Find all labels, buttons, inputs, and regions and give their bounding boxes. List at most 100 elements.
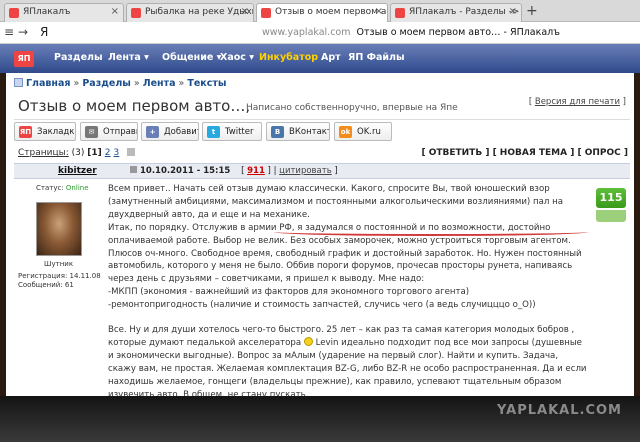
browser-tab-strip: ЯПлакалъ × Рыбалка на реке Удыхын… × Отз… <box>0 0 640 23</box>
tab-label: Рыбалка на реке Удыхын… <box>145 7 253 17</box>
quote-link[interactable]: цитировать <box>279 166 332 176</box>
post-paragraph: -ремонтопригодность (наличие и стоимость… <box>108 300 536 311</box>
share-label: Закладки <box>37 127 76 137</box>
nav-item-chat[interactable]: Общение ▾ <box>162 52 221 63</box>
pagination-row: Страницы: (3) [1] 2 3 [ ОТВЕТИТЬ ] [ НОВАЯ… <box>14 146 630 162</box>
page-link-2[interactable]: 2 <box>105 148 111 158</box>
breadcrumb-sections[interactable]: Разделы <box>82 78 131 89</box>
author-name[interactable]: kibitzer <box>58 166 97 176</box>
rating-vote-button[interactable] <box>596 210 626 222</box>
avatar[interactable] <box>36 202 82 256</box>
nav-item-sections[interactable]: Разделы <box>54 52 103 63</box>
post-rating-badge[interactable]: 115 <box>596 188 626 208</box>
tab-label: Отзыв о моем первом а… <box>275 7 388 17</box>
breadcrumb-sep: » <box>178 78 185 89</box>
topic-subtitle: Написано собственноручно, впервые на Япе <box>246 103 458 113</box>
author-stats: Регистрация: 14.11.08 Сообщений: 61 <box>18 272 101 290</box>
odnoklassniki-button[interactable]: ok OK.ru <box>334 122 392 141</box>
author-status: Статус: Online <box>36 184 89 192</box>
browser-tab-1[interactable]: ЯПлакалъ × <box>4 3 124 22</box>
post-paragraph: Все. Ну и для души хотелось чего-то быст… <box>108 324 588 401</box>
share-label: Добавить в <box>164 127 198 137</box>
registration-date: Регистрация: 14.11.08 <box>18 272 101 280</box>
address-bar: ≡ → Я www.yaplakal.com Отзыв о моем перв… <box>0 22 640 44</box>
breadcrumb-feed[interactable]: Лента <box>143 78 176 89</box>
page-title: Отзыв о моем первом авто…, <box>18 97 251 115</box>
share-label: OK.ru <box>357 127 381 137</box>
pages-menu-icon[interactable] <box>127 148 136 156</box>
breadcrumb-home-icon <box>14 78 23 87</box>
new-tab-icon[interactable]: + <box>526 3 538 19</box>
status-value: Online <box>65 184 89 192</box>
background-right-edge <box>634 44 640 396</box>
nav-item-files[interactable]: ЯП Файлы <box>348 52 405 63</box>
author-sidebar: Статус: Online Шутник Регистрация: 14.11… <box>14 180 102 396</box>
bookmarks-button[interactable]: ЯП Закладки <box>14 122 76 141</box>
share-label: ВКонтакте <box>289 127 329 137</box>
post-body: Всем привет.. Начать сей отзыв думаю кла… <box>108 183 588 402</box>
share-label: Отправить <box>103 127 137 137</box>
vkontakte-button[interactable]: В ВКонтакте <box>266 122 330 141</box>
vk-icon: В <box>271 126 284 138</box>
nav-item-chaos[interactable]: Хаос ▾ <box>220 52 254 63</box>
author-rank: Шутник <box>44 260 74 268</box>
send-button[interactable]: ✉ Отправить <box>80 122 138 141</box>
site-logo-icon[interactable]: ЯП <box>14 51 34 67</box>
print-version-link[interactable]: Версия для печати <box>535 97 620 107</box>
page-current: [1] <box>87 148 102 158</box>
yaplakal-favicon-icon <box>9 8 19 18</box>
forward-arrow-icon[interactable]: → <box>18 25 28 39</box>
menu-icon[interactable]: ≡ <box>4 25 14 39</box>
topic-title-row: Отзыв о моем первом авто…, Написано собс… <box>14 94 630 120</box>
url-domain: www.yaplakal.com <box>262 27 351 38</box>
envelope-icon: ✉ <box>85 126 98 138</box>
browser-tab-4[interactable]: ЯПлакалъ - Разделы -> Ре… × <box>390 3 522 22</box>
pages-count: (3) <box>71 148 85 158</box>
yaplakal-favicon-icon <box>131 8 141 18</box>
breadcrumb-sep: » <box>133 78 140 89</box>
pages-label[interactable]: Страницы: <box>18 148 69 158</box>
twitter-button[interactable]: t Twitter <box>202 122 262 141</box>
url-title: Отзыв о моем первом авто… - ЯПлакалъ <box>356 27 560 38</box>
post-paragraph: Всем привет.. Начать сей отзыв думаю кла… <box>108 184 564 220</box>
yaplakal-favicon-icon <box>261 8 271 18</box>
browser-tab-3[interactable]: Отзыв о моем первом а… × <box>256 3 388 23</box>
page-link-3[interactable]: 3 <box>114 148 120 158</box>
tab-label: ЯПлакалъ <box>23 7 71 17</box>
breadcrumb-texts[interactable]: Тексты <box>187 78 226 89</box>
topic-actions[interactable]: [ ОТВЕТИТЬ ] [ НОВАЯ ТЕМА ] [ ОПРОС ] <box>421 148 628 158</box>
close-tab-icon[interactable]: × <box>241 6 249 17</box>
close-tab-icon[interactable]: × <box>375 6 383 17</box>
add-to-button[interactable]: + Добавить в <box>141 122 199 141</box>
close-tab-icon[interactable]: × <box>509 6 517 17</box>
print-version: [ Версия для печати ] <box>529 97 626 107</box>
post-icon <box>130 166 137 173</box>
close-tab-icon[interactable]: × <box>111 6 119 17</box>
breadcrumb-home[interactable]: Главная <box>26 78 71 89</box>
nav-item-incubator[interactable]: Инкубатор <box>259 52 318 63</box>
post-paragraph: -МКПП (экономия - важнейший из факторов … <box>108 287 470 298</box>
breadcrumb: Главная» Разделы» Лента» Тексты <box>14 78 226 89</box>
post-count: Сообщений: 61 <box>18 281 74 289</box>
site-watermark: YAPLAKAL.COM <box>497 403 622 418</box>
tab-label: ЯПлакалъ - Разделы -> Ре… <box>409 7 521 17</box>
post-header: kibitzer 10.10.2011 - 15:15 [ 911 ] | ци… <box>14 163 630 179</box>
url-field[interactable]: www.yaplakal.com Отзыв о моем первом авт… <box>262 27 560 38</box>
print-version-close: ] <box>619 97 626 107</box>
nav-item-feed[interactable]: Лента ▾ <box>108 52 149 63</box>
ok-icon: ok <box>339 126 352 138</box>
nav-item-art[interactable]: Арт <box>321 52 341 63</box>
add-icon: + <box>146 126 159 138</box>
background-left-edge <box>0 44 6 396</box>
red-hand-drawn-underline <box>274 228 588 236</box>
pagination: Страницы: (3) [1] 2 3 <box>18 148 136 158</box>
status-label: Статус: <box>36 184 64 192</box>
browser-tab-2[interactable]: Рыбалка на реке Удыхын… × <box>126 3 254 22</box>
breadcrumb-sep: » <box>73 78 80 89</box>
post-date: 10.10.2011 - 15:15 <box>140 166 231 176</box>
yandex-logo-icon[interactable]: Я <box>40 25 48 39</box>
post-number[interactable]: 911 <box>247 166 265 176</box>
smiley-icon <box>303 336 313 346</box>
post-meta: 10.10.2011 - 15:15 [ 911 ] | цитировать … <box>130 166 338 176</box>
